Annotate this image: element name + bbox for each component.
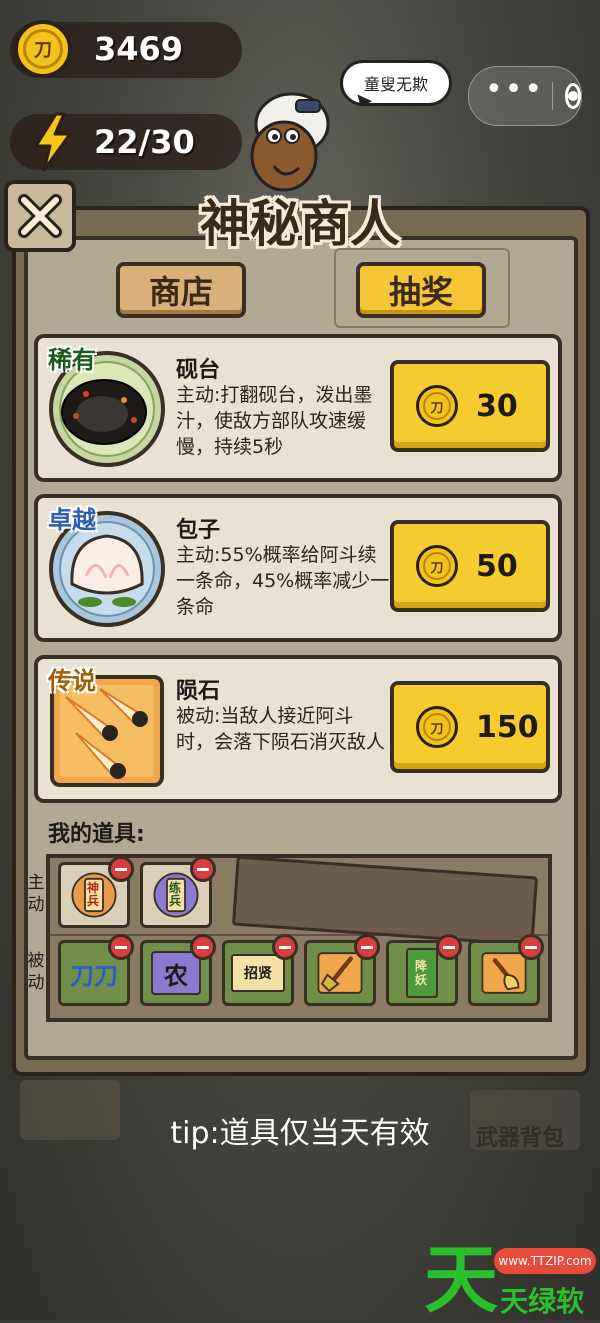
remove-icon[interactable] <box>354 934 380 960</box>
remove-icon[interactable] <box>190 934 216 960</box>
shop-item-card: 稀有 砚台 主动:打翻砚台，泼出墨汁，使敌方部队攻速缓慢，持续5秒 刀 30 <box>34 334 562 482</box>
remove-icon[interactable] <box>272 934 298 960</box>
merchant-speech-bubble: 童叟无欺 <box>340 60 452 106</box>
close-button[interactable] <box>4 180 76 252</box>
more-icon[interactable]: ••• <box>485 75 544 105</box>
coin-count: 3469 <box>94 30 184 68</box>
energy-count: 22/30 <box>94 123 195 161</box>
tab-shop[interactable]: 商店 <box>116 262 246 318</box>
slot-glyph: 神兵 <box>87 881 100 908</box>
active-label: 主动 <box>27 873 45 915</box>
item-description: 主动:打翻砚台，泼出墨汁，使敌方部队攻速缓慢，持续5秒 <box>176 384 373 458</box>
passive-label: 被动 <box>27 951 45 993</box>
coin-icon: 刀 <box>416 385 458 427</box>
slot-glyph: 农 <box>164 960 188 990</box>
rarity-badge: 卓越 <box>48 505 96 534</box>
buy-button[interactable]: 刀 50 <box>390 520 550 612</box>
item-price: 150 <box>476 709 539 745</box>
shop-item-card: 卓越 包子 主动:55%概率给阿斗续一条命，45%概率减少一条命 刀 50 <box>34 494 562 642</box>
demon-subdue-icon: 降妖 <box>406 948 438 998</box>
rarity-badge: 稀有 <box>48 345 96 374</box>
buy-button[interactable]: 刀 150 <box>390 681 550 773</box>
item-name: 砚台 <box>176 358 221 383</box>
item-description: 主动:55%概率给阿斗续一条命，45%概率减少一条命 <box>176 544 390 618</box>
shop-item-card: 传说 陨石 被动:当敌人接近阿斗时，会落下陨石消灭敌人 刀 150 <box>34 655 562 803</box>
weapon-bag-label[interactable]: 武器背包 <box>476 1120 564 1152</box>
capsule-divider <box>552 82 553 110</box>
slot-glyph: 招贤 <box>244 966 272 982</box>
slot-glyph: 练兵 <box>169 881 182 908</box>
item-name: 包子 <box>176 518 221 543</box>
item-description: 被动:当敌人接近阿斗时，会落下陨石消灭敌人 <box>176 705 386 753</box>
coin-icon: 刀 <box>416 545 458 587</box>
item-price: 30 <box>476 388 518 424</box>
my-items-label: 我的道具: <box>48 822 145 847</box>
remove-icon[interactable] <box>108 856 134 882</box>
slot-glyph: 刀刀 <box>70 960 118 990</box>
coin-counter: 刀 3469 <box>14 20 183 78</box>
farmer-icon: 农 <box>151 951 201 995</box>
merchant-avatar <box>250 92 330 192</box>
rarity-badge: 传说 <box>48 666 96 695</box>
close-miniprogram-icon[interactable] <box>564 83 581 109</box>
miniprogram-capsule[interactable]: ••• <box>468 66 582 126</box>
remove-icon[interactable] <box>436 934 462 960</box>
lightning-icon <box>34 112 72 172</box>
buy-button[interactable]: 刀 30 <box>390 360 550 452</box>
coin-icon: 刀 <box>416 706 458 748</box>
tab-draw[interactable]: 抽奖 <box>356 262 486 318</box>
watermark-text: 天绿软 <box>500 1285 585 1318</box>
coin-icon: 刀 <box>14 20 72 78</box>
close-icon[interactable] <box>14 190 66 242</box>
remove-icon[interactable] <box>190 856 216 882</box>
remove-icon[interactable] <box>108 934 134 960</box>
energy-counter: 22/30 <box>30 112 195 172</box>
watermark-logo: 天 <box>424 1237 498 1323</box>
slot-glyph: 降妖 <box>415 959 428 987</box>
remove-icon[interactable] <box>518 934 544 960</box>
item-name: 陨石 <box>176 679 221 704</box>
item-price: 50 <box>476 548 518 584</box>
panel-title: 神秘商人 <box>200 194 400 253</box>
recruit-scroll-icon: 招贤 <box>231 954 285 992</box>
watermark-url: www.TTZIP.com <box>494 1248 596 1274</box>
